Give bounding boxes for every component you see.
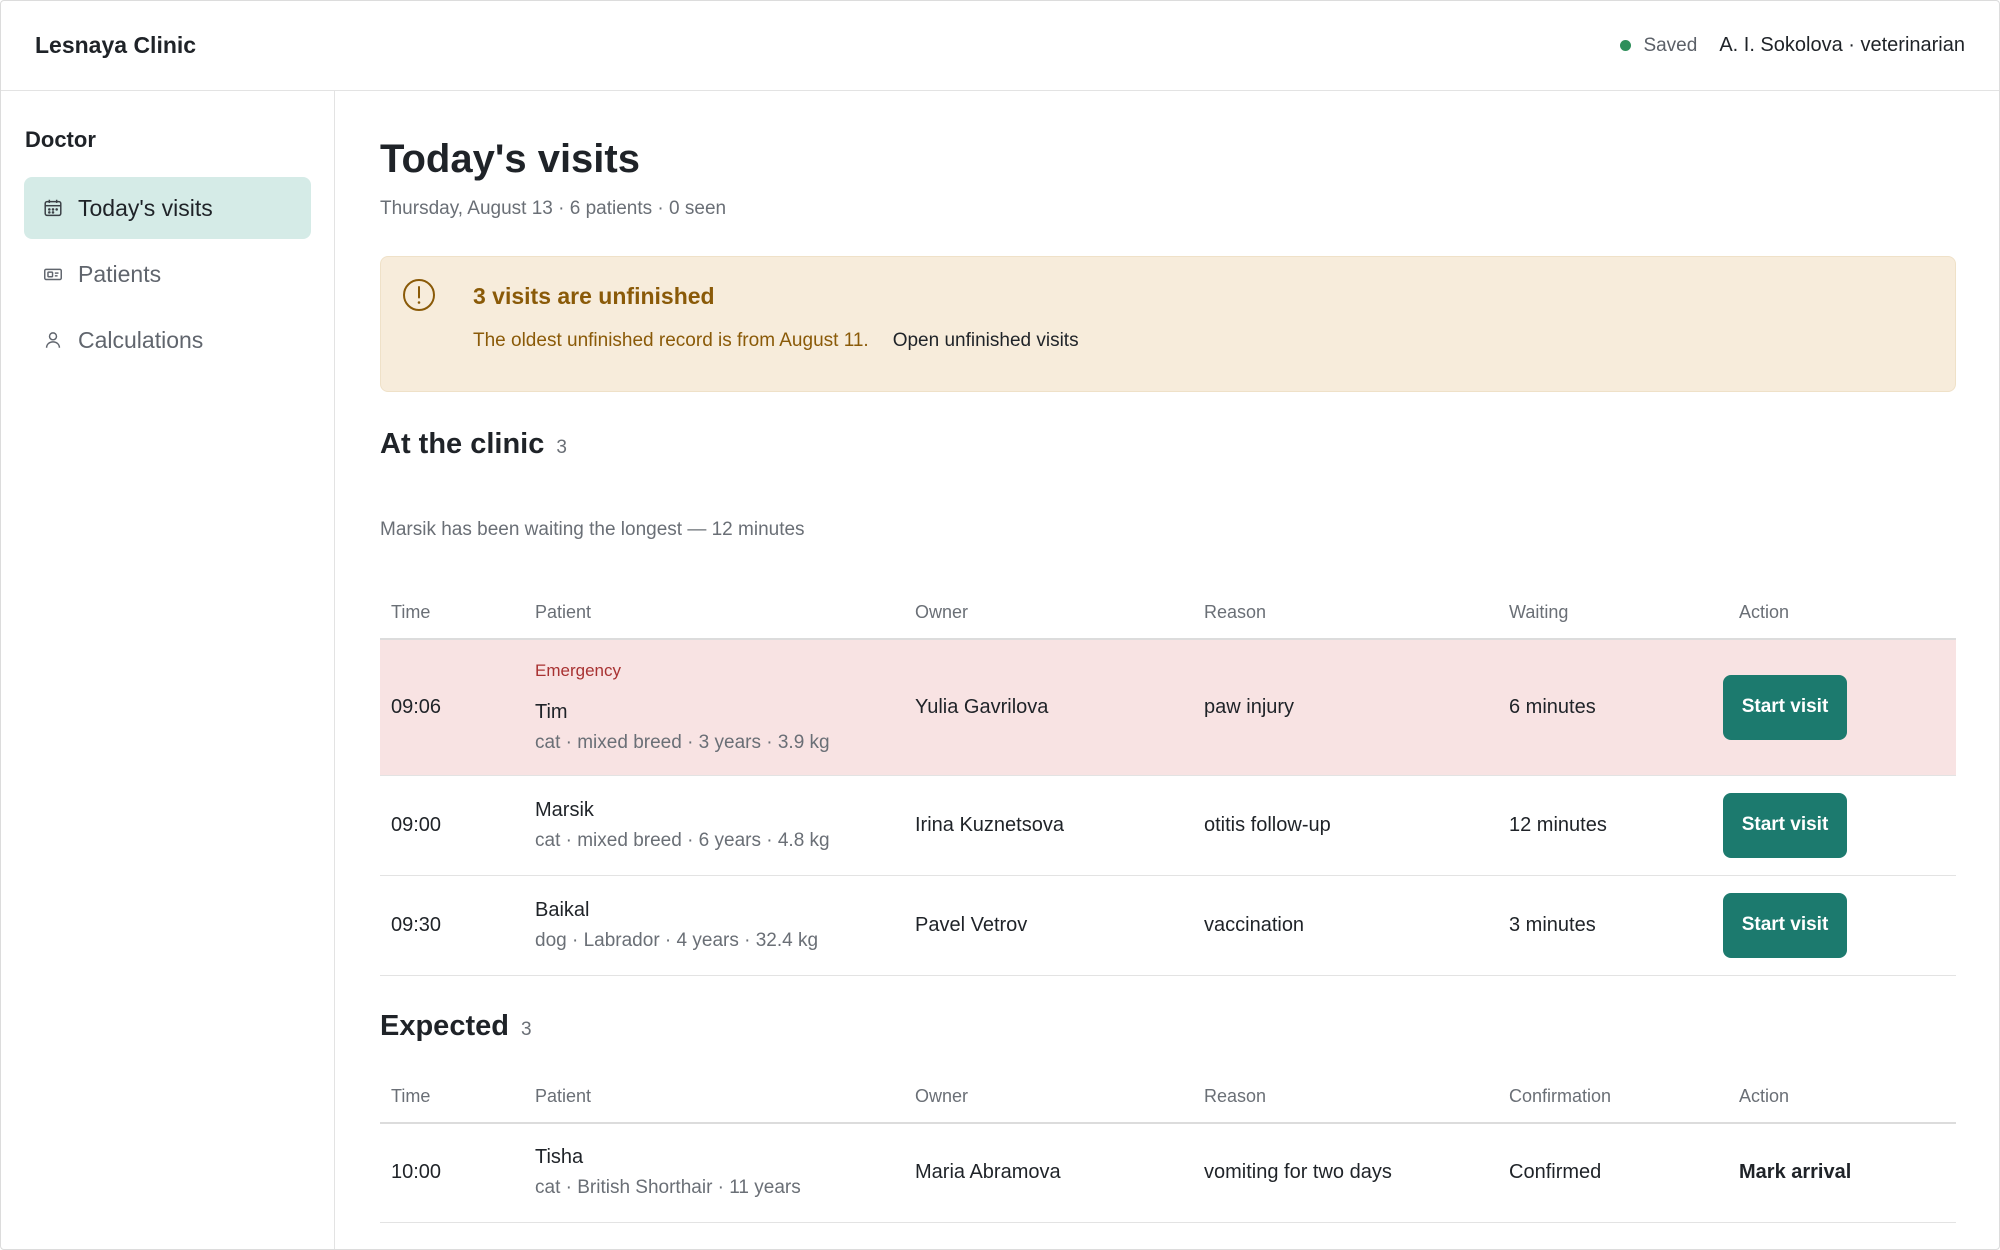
column-header-reason[interactable]: Reason xyxy=(1193,1070,1498,1124)
mark-arrival-button[interactable]: Mark arrival xyxy=(1739,1161,1851,1183)
unfinished-visits-alert: 3 visits are unfinished The oldest unfin… xyxy=(380,256,1956,392)
waiting-time: 3 minutes xyxy=(1498,875,1728,976)
patient-name: Tim xyxy=(535,700,568,723)
column-header-owner[interactable]: Owner xyxy=(904,587,1193,640)
table-row[interactable]: 09:06 Emergency Tim cat · mixed breed · … xyxy=(380,639,1956,776)
at-clinic-section-header: At the clinic 3 xyxy=(380,428,1956,461)
emergency-badge: Emergency xyxy=(535,660,621,680)
owner-name: Yulia Gavrilova xyxy=(904,639,1193,776)
table-row[interactable]: 09:00 Marsik cat · mixed breed · 6 years… xyxy=(380,775,1956,876)
clinic-name: Lesnaya Clinic xyxy=(35,32,197,58)
start-visit-button[interactable]: Start visit xyxy=(1723,674,1847,740)
user-icon xyxy=(42,329,64,351)
column-header-reason[interactable]: Reason xyxy=(1193,587,1498,640)
current-user[interactable]: A. I. Sokolova · veterinarian xyxy=(1719,34,1965,57)
start-visit-button[interactable]: Start visit xyxy=(1723,792,1847,858)
visit-time: 09:30 xyxy=(380,875,524,976)
action-cell: Start visit xyxy=(1723,775,1956,876)
visit-reason: paw injury xyxy=(1193,639,1498,776)
page-subtitle: Thursday, August 13 · 6 patients · 0 see… xyxy=(380,198,727,219)
patient-cell: Baikal dog · Labrador · 4 years · 32.4 k… xyxy=(524,875,904,976)
action-cell: Mark arrival xyxy=(1728,1122,1956,1223)
expected-section-header: Expected 3 xyxy=(380,1010,1956,1043)
expected-table: Time Patient Owner Reason Confirmation A… xyxy=(380,1070,1956,1223)
patient-name: Baikal xyxy=(535,898,590,921)
column-header-patient[interactable]: Patient xyxy=(524,587,904,640)
id-card-icon xyxy=(42,263,64,285)
column-header-owner[interactable]: Owner xyxy=(904,1070,1193,1124)
table-header-row: Time Patient Owner Reason Waiting Action xyxy=(380,587,1956,640)
table-header-row: Time Patient Owner Reason Confirmation A… xyxy=(380,1070,1956,1124)
patient-cell: Tisha cat · British Shorthair · 11 years xyxy=(524,1122,904,1223)
owner-name: Maria Abramova xyxy=(904,1122,1193,1223)
header-right: Saved A. I. Sokolova · veterinarian xyxy=(1620,34,1965,57)
alert-circle-icon xyxy=(402,278,436,312)
calendar-icon xyxy=(42,197,64,219)
section-title: Expected xyxy=(380,1009,509,1042)
patient-details: cat · mixed breed · 6 years · 4.8 kg xyxy=(535,829,830,851)
patient-details: cat · British Shorthair · 11 years xyxy=(535,1177,801,1199)
patient-details: cat · mixed breed · 3 years · 3.9 kg xyxy=(535,731,830,753)
top-bar: Lesnaya Clinic Saved A. I. Sokolova · ve… xyxy=(1,1,1999,91)
action-cell: Start visit xyxy=(1723,875,1956,976)
section-title: At the clinic xyxy=(380,428,545,460)
sidebar-item-label: Patients xyxy=(78,260,162,287)
patient-name: Tisha xyxy=(535,1146,584,1169)
visit-reason: otitis follow-up xyxy=(1193,775,1498,876)
sidebar-item-label: Today's visits xyxy=(78,194,213,221)
app-window: Lesnaya Clinic Saved A. I. Sokolova · ve… xyxy=(0,0,2000,1250)
sidebar-item-todays-visits[interactable]: Today's visits xyxy=(24,177,311,239)
patient-cell: Marsik cat · mixed breed · 6 years · 4.8… xyxy=(524,775,904,876)
column-header-action: Action xyxy=(1728,587,1956,640)
open-unfinished-visits-link[interactable]: Open unfinished visits xyxy=(893,330,1079,352)
action-cell: Start visit xyxy=(1723,639,1956,776)
sidebar-title: Doctor xyxy=(25,127,96,152)
saved-status-dot-icon xyxy=(1620,40,1632,51)
visit-time: 09:06 xyxy=(380,639,524,776)
main-content: Today's visits Thursday, August 13 · 6 p… xyxy=(380,91,1956,1223)
save-status-label: Saved xyxy=(1643,34,1698,56)
alert-body: The oldest unfinished record is from Aug… xyxy=(473,330,1935,352)
page-title: Today's visits xyxy=(380,137,640,181)
visit-time: 09:00 xyxy=(380,775,524,876)
patient-details: dog · Labrador · 4 years · 32.4 kg xyxy=(535,929,819,951)
at-clinic-table: Time Patient Owner Reason Waiting Action… xyxy=(380,587,1956,976)
column-header-patient[interactable]: Patient xyxy=(524,1070,904,1124)
patient-cell: Emergency Tim cat · mixed breed · 3 year… xyxy=(524,639,904,776)
owner-name: Irina Kuznetsova xyxy=(904,775,1193,876)
visit-reason: vomiting for two days xyxy=(1193,1122,1498,1223)
waiting-time: 6 minutes xyxy=(1498,639,1728,776)
waiting-note: Marsik has been waiting the longest — 12… xyxy=(380,519,805,540)
section-count: 3 xyxy=(556,437,567,458)
table-row[interactable]: 10:00 Tisha cat · British Shorthair · 11… xyxy=(380,1122,1956,1223)
column-header-waiting[interactable]: Waiting xyxy=(1498,587,1728,640)
visit-time: 10:00 xyxy=(380,1122,524,1223)
alert-text: The oldest unfinished record is from Aug… xyxy=(473,330,869,351)
visit-reason: vaccination xyxy=(1193,875,1498,976)
waiting-time: 12 minutes xyxy=(1498,775,1728,876)
column-header-confirmation[interactable]: Confirmation xyxy=(1498,1070,1728,1124)
sidebar-item-patients[interactable]: Patients xyxy=(24,243,311,305)
confirmation-status: Confirmed xyxy=(1498,1122,1728,1223)
column-header-time[interactable]: Time xyxy=(380,1070,524,1124)
table-row[interactable]: 09:30 Baikal dog · Labrador · 4 years · … xyxy=(380,875,1956,976)
column-header-action: Action xyxy=(1728,1070,1956,1124)
section-count: 3 xyxy=(520,1018,532,1040)
alert-title: 3 visits are unfinished xyxy=(473,283,715,309)
sidebar-item-label: Calculations xyxy=(78,326,204,353)
patient-name: Marsik xyxy=(535,798,594,821)
owner-name: Pavel Vetrov xyxy=(904,875,1193,976)
sidebar: Doctor Today's visits Patients Calculati… xyxy=(1,91,335,1249)
start-visit-button[interactable]: Start visit xyxy=(1723,892,1847,958)
save-status: Saved xyxy=(1620,35,1697,57)
column-header-time[interactable]: Time xyxy=(380,587,524,640)
sidebar-item-calculations[interactable]: Calculations xyxy=(24,309,311,371)
